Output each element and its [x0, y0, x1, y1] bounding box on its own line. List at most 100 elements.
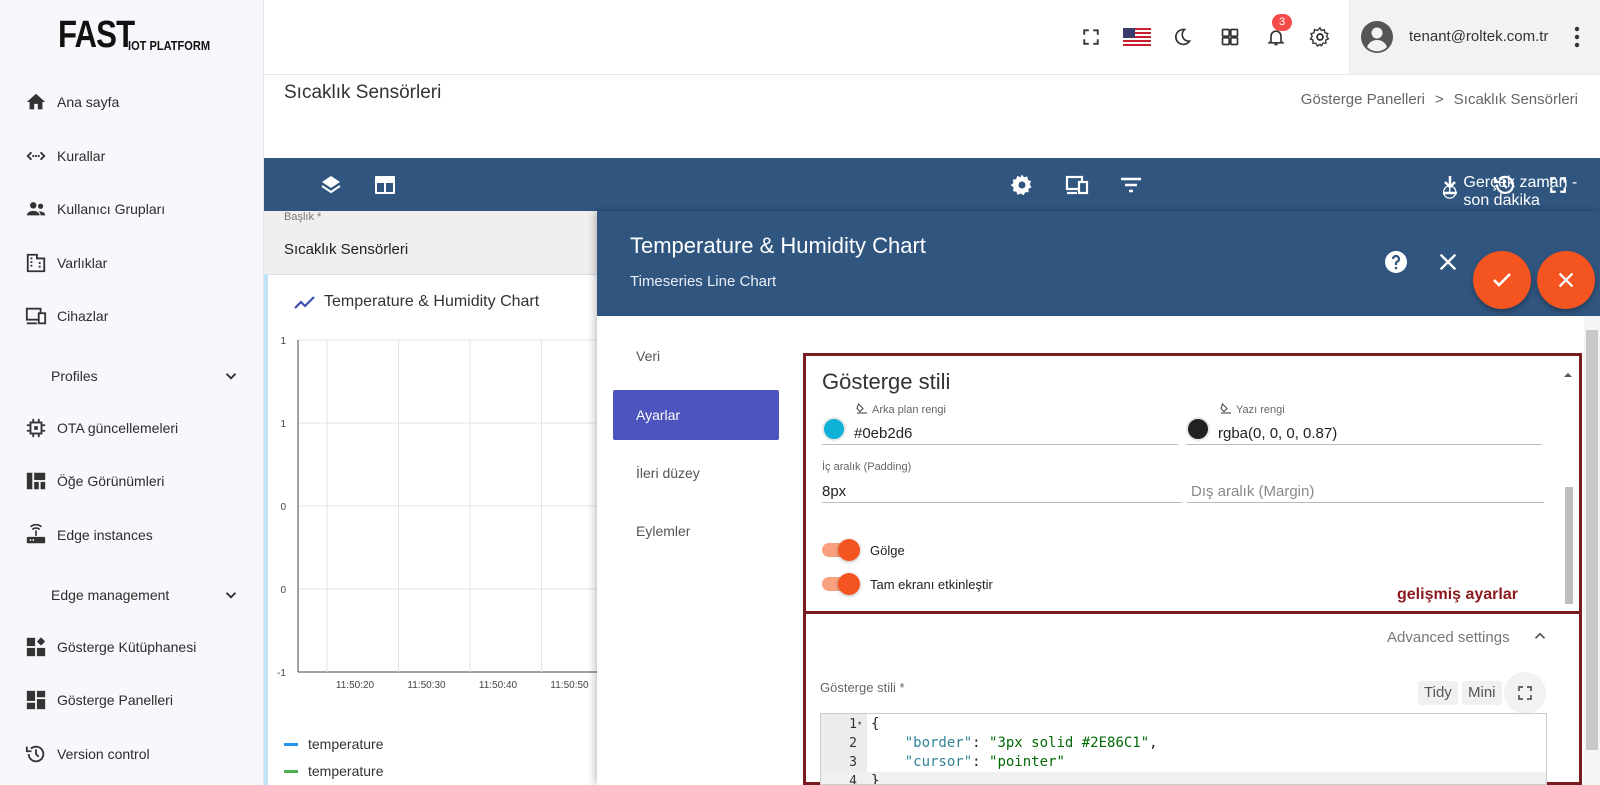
code-text: { — [871, 716, 880, 732]
dark-mode-icon[interactable] — [1170, 25, 1194, 49]
devices-icon[interactable] — [1064, 172, 1090, 198]
sidebar-item-label: Varlıklar — [57, 255, 108, 271]
close-icon[interactable] — [1437, 251, 1459, 273]
field-placeholder[interactable]: Dış aralık (Margin) — [1191, 483, 1314, 500]
chevron-up-icon[interactable] — [1531, 627, 1549, 645]
router-icon — [24, 523, 48, 547]
code-key: "cursor" — [904, 754, 973, 770]
dashboard-title-field[interactable]: Başlık * Sıcaklık Sensörleri — [264, 211, 598, 274]
chevron-down-icon — [225, 373, 237, 380]
check-icon — [1493, 273, 1511, 287]
breadcrumb: Gösterge Panelleri > Sıcaklık Sensörleri — [1301, 91, 1578, 108]
layers-icon[interactable] — [318, 172, 344, 198]
color-swatch[interactable] — [1186, 417, 1210, 441]
text-color-field[interactable]: Yazı rengi rgba(0, 0, 0, 0.87) — [1186, 403, 1542, 445]
line-number: 4 — [849, 774, 857, 785]
apply-button[interactable] — [1473, 251, 1531, 309]
sidebar-item-edge-instances[interactable]: Edge instances — [0, 515, 264, 555]
settings-icon[interactable] — [1009, 172, 1035, 198]
code-line: 2 "border": "3px solid #2E86C1", — [821, 734, 1546, 753]
code-value: "pointer" — [989, 754, 1065, 770]
sidebar-group-profiles[interactable]: Profiles — [0, 356, 264, 396]
advanced-settings-toggle[interactable]: Advanced settings — [1387, 629, 1510, 646]
fullscreen-toggle[interactable]: Tam ekranı etkinleştir — [822, 573, 993, 595]
sidebar-item-rules[interactable]: Kurallar — [0, 136, 264, 176]
us-flag-icon[interactable] — [1123, 25, 1151, 49]
apps-icon[interactable] — [1218, 25, 1242, 49]
sidebar-item-label: Öğe Görünümleri — [57, 473, 165, 489]
x-tick-label: 11:50:40 — [479, 680, 518, 691]
sidebar-item-ota[interactable]: OTA güncellemeleri — [0, 408, 264, 448]
logo[interactable]: FAST IOT PLATFORM — [58, 16, 225, 54]
trending-up-icon — [294, 296, 315, 309]
tab-data[interactable]: Veri — [613, 331, 779, 381]
tab-actions[interactable]: Eylemler — [613, 506, 779, 556]
line-number: 1 — [849, 717, 857, 732]
sidebar-item-label: Cihazlar — [57, 308, 109, 324]
color-swatch[interactable] — [822, 417, 846, 441]
sidebar-item-version-control[interactable]: Version control — [0, 734, 264, 774]
toggle-switch[interactable] — [822, 573, 860, 595]
more-vert-icon[interactable] — [1574, 26, 1580, 48]
toggle-label: Gölge — [870, 542, 905, 558]
field-value[interactable]: 8px — [822, 483, 846, 500]
y-tick-label: 1 — [280, 419, 286, 430]
fullscreen-icon[interactable] — [1079, 25, 1103, 49]
layout-icon[interactable] — [372, 172, 398, 198]
help-icon[interactable] — [1384, 250, 1408, 274]
tab-settings[interactable]: Ayarlar — [613, 390, 779, 440]
field-value[interactable]: #0eb2d6 — [854, 425, 912, 442]
sidebar-group-edge-management[interactable]: Edge management — [0, 575, 264, 615]
padding-field[interactable]: İç aralık (Padding) 8px — [822, 461, 1182, 503]
dialog-scroll-thumb[interactable] — [1586, 330, 1598, 750]
code-text: } — [871, 773, 880, 785]
tidy-button[interactable]: Tidy — [1418, 681, 1458, 705]
dashboard-icon — [24, 688, 48, 712]
y-tick-label: -1 — [277, 668, 286, 679]
download-icon[interactable] — [1437, 172, 1463, 198]
panel-scroll-thumb[interactable] — [1565, 487, 1573, 604]
close-icon — [1558, 272, 1574, 288]
sidebar-group-label: Edge management — [51, 587, 170, 603]
history-icon[interactable] — [1491, 172, 1517, 198]
user-email: tenant@roltek.com.tr — [1409, 28, 1549, 45]
css-code-editor[interactable]: 1 ▾ { 2 "border": "3px solid #2E86C1", 3… — [820, 713, 1547, 785]
code-text: "border": "3px solid #2E86C1", — [904, 735, 1158, 751]
fullscreen-icon — [1518, 686, 1532, 700]
sidebar-item-dashboards[interactable]: Gösterge Panelleri — [0, 680, 264, 720]
shadow-toggle[interactable]: Gölge — [822, 539, 905, 561]
tab-advanced[interactable]: İleri düzey — [613, 448, 779, 498]
sidebar-item-devices[interactable]: Cihazlar — [0, 296, 264, 336]
legend-item[interactable]: temperature — [284, 763, 383, 779]
mini-button[interactable]: Mini — [1462, 681, 1502, 705]
margin-field[interactable]: Dış aralık (Margin) — [1187, 461, 1544, 503]
sidebar-item-widget-views[interactable]: Öğe Görünümleri — [0, 461, 264, 501]
editor-fullscreen-button[interactable] — [1504, 672, 1546, 714]
sidebar-item-assets[interactable]: Varlıklar — [0, 243, 264, 283]
code-key: "border" — [904, 735, 973, 751]
filter-icon[interactable] — [1118, 172, 1144, 198]
background-color-field[interactable]: Arka plan rengi #0eb2d6 — [822, 403, 1178, 445]
avatar[interactable] — [1361, 21, 1393, 53]
field-value[interactable]: rgba(0, 0, 0, 0.87) — [1218, 425, 1337, 442]
logo-sub-text: IOT PLATFORM — [128, 38, 211, 53]
annotation-label: gelişmiş ayarlar — [1397, 586, 1518, 603]
paint-bucket-icon — [856, 403, 867, 414]
sidebar: FAST IOT PLATFORM Ana sayfa Kurallar Kul… — [0, 0, 264, 785]
sidebar-item-label: Kurallar — [57, 148, 106, 164]
settings-icon[interactable] — [1308, 25, 1332, 49]
sidebar-item-user-groups[interactable]: Kullanıcı Grupları — [0, 189, 264, 229]
asset-icon — [24, 251, 48, 275]
legend-label: temperature — [308, 736, 384, 752]
field-label-text: Yazı rengi — [1236, 404, 1285, 416]
decline-button[interactable] — [1537, 251, 1595, 309]
sidebar-item-home[interactable]: Ana sayfa — [0, 82, 264, 122]
line-number: 3 — [849, 755, 857, 770]
toggle-switch[interactable] — [822, 539, 860, 561]
timewindow-selector[interactable]: Gerçek zaman - son dakika — [1442, 174, 1600, 210]
fullscreen-icon[interactable] — [1545, 172, 1571, 198]
sidebar-item-widget-library[interactable]: Gösterge Kütüphanesi — [0, 627, 264, 667]
breadcrumb-link[interactable]: Gösterge Panelleri — [1301, 91, 1425, 108]
legend-item[interactable]: temperature — [284, 736, 383, 752]
scroll-up-icon[interactable] — [1562, 370, 1574, 380]
